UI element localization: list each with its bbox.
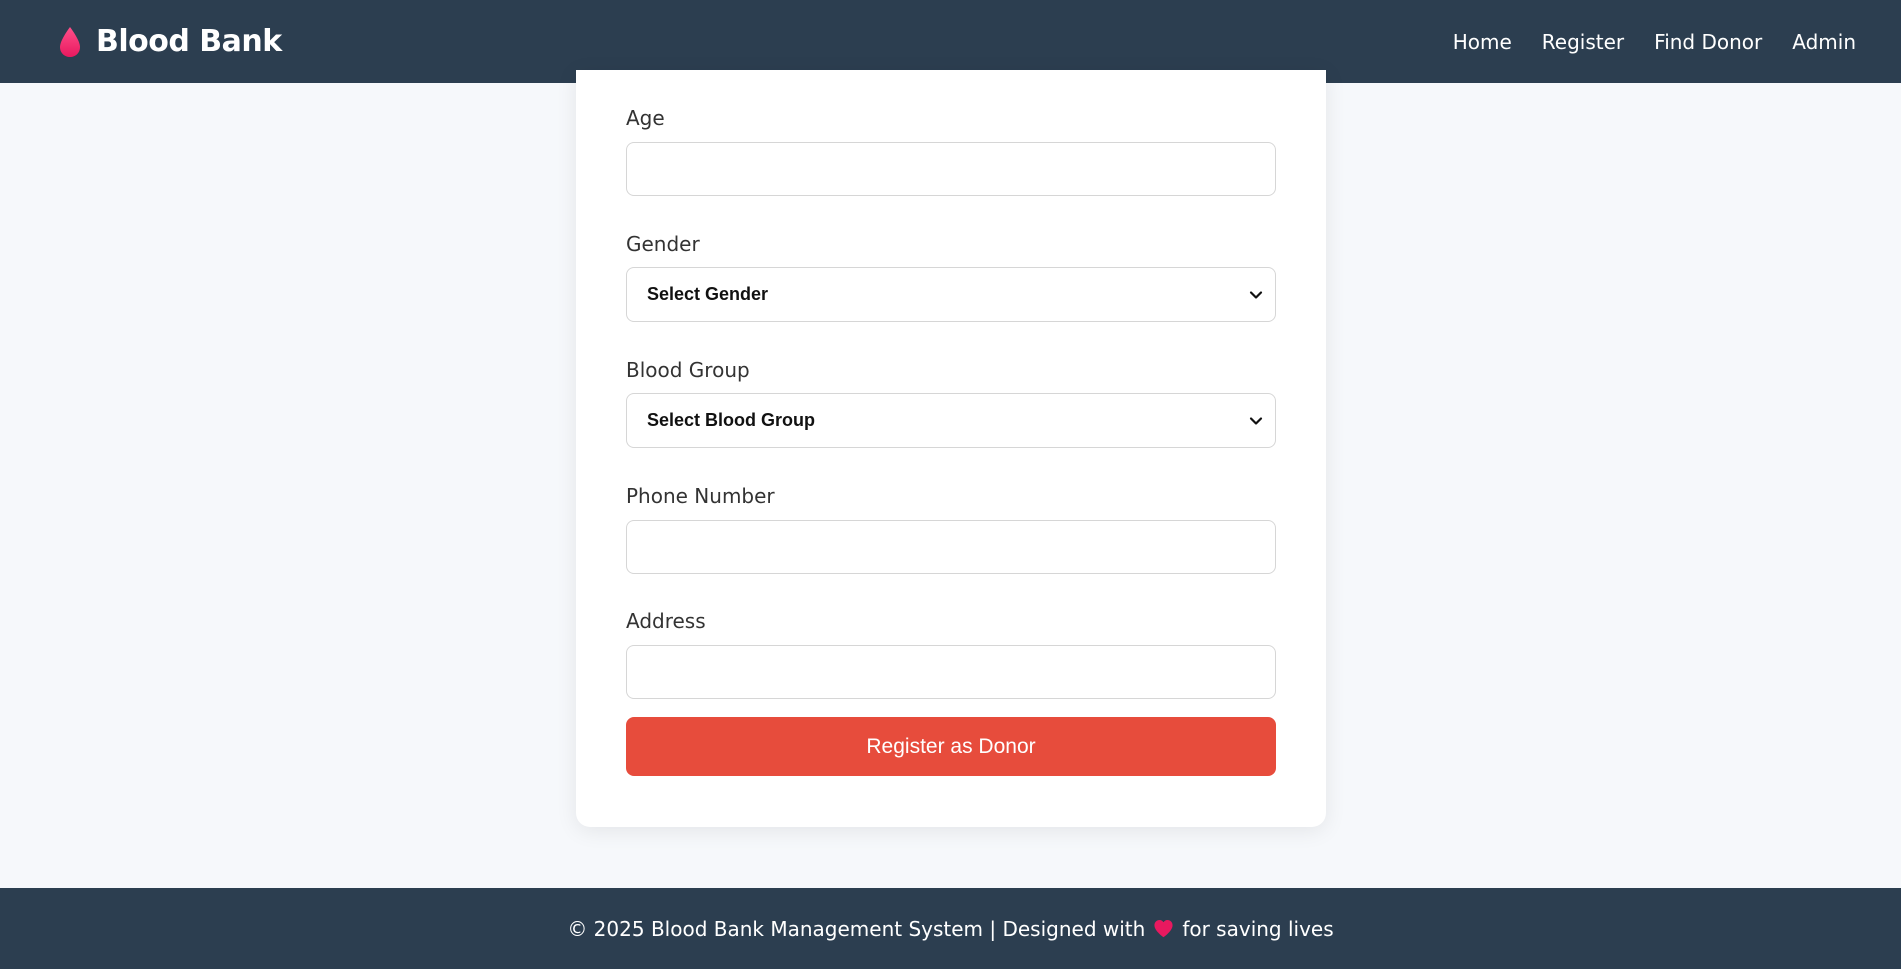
registration-form-card: Age Gender Select Gender Blood Group Sel…	[576, 70, 1326, 827]
register-donor-button[interactable]: Register as Donor	[626, 717, 1276, 776]
nav-register-link[interactable]: Register	[1542, 30, 1624, 54]
phone-label: Phone Number	[626, 484, 775, 508]
nav-menu: Home Register Find Donor Admin	[1423, 30, 1856, 54]
blood-group-select[interactable]: Select Blood Group	[626, 393, 1276, 448]
blood-group-select-value: Select Blood Group	[647, 410, 816, 430]
footer: © 2025 Blood Bank Management System | De…	[0, 888, 1901, 969]
address-label: Address	[626, 609, 706, 633]
gender-select-value: Select Gender	[647, 284, 769, 304]
brand-title: Blood Bank	[96, 24, 282, 59]
chevron-down-icon	[1249, 416, 1263, 425]
gender-label: Gender	[626, 232, 700, 256]
chevron-down-icon	[1249, 290, 1263, 299]
age-input[interactable]	[626, 142, 1276, 196]
nav-admin-link[interactable]: Admin	[1792, 30, 1856, 54]
nav-find-donor-link[interactable]: Find Donor	[1654, 30, 1762, 54]
phone-input[interactable]	[626, 520, 1276, 574]
blood-group-label: Blood Group	[626, 358, 750, 382]
nav-home-link[interactable]: Home	[1453, 30, 1512, 54]
blood-drop-icon	[60, 26, 80, 57]
brand[interactable]: Blood Bank	[58, 24, 282, 59]
heart-icon	[1154, 920, 1173, 938]
footer-text-after: for saving lives	[1182, 916, 1334, 941]
gender-select[interactable]: Select Gender	[626, 267, 1276, 322]
footer-text-before: © 2025 Blood Bank Management System | De…	[567, 916, 1146, 941]
age-label: Age	[626, 106, 665, 130]
address-input[interactable]	[626, 645, 1276, 699]
